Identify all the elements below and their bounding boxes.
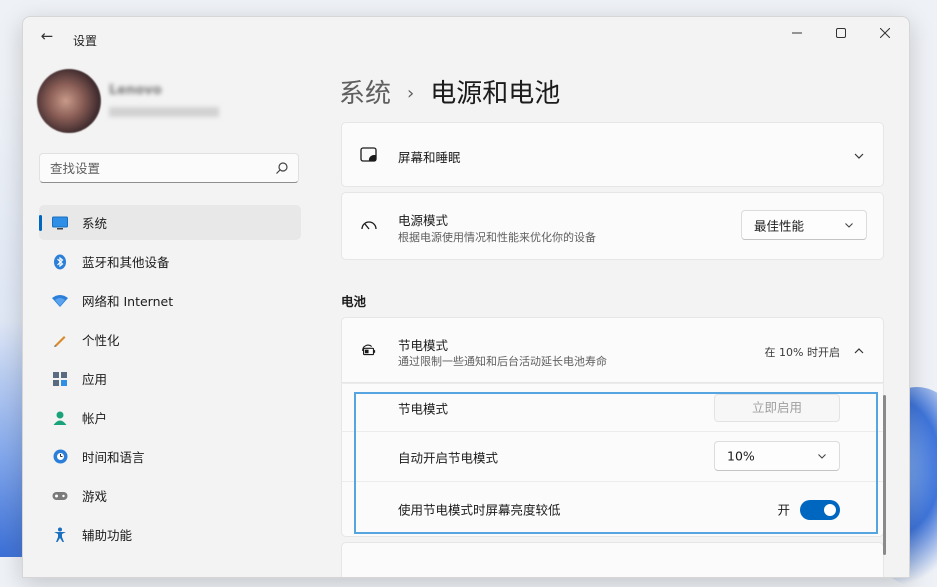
person-icon: [52, 410, 68, 426]
screen-sleep-card[interactable]: 屏幕和睡眠: [341, 122, 884, 187]
search-icon[interactable]: [275, 161, 289, 175]
breadcrumb-parent[interactable]: 系统: [339, 79, 391, 109]
settings-window: ← 设置 Lenovo 系统: [22, 16, 910, 578]
battery-section-heading: 电池: [341, 294, 367, 309]
power-mode-card: 电源模式 根据电源使用情况和性能来优化你的设备 最佳性能: [341, 192, 884, 260]
sidebar-item-label: 蓝牙和其他设备: [82, 255, 170, 270]
scrollbar[interactable]: [883, 395, 886, 555]
power-mode-dropdown[interactable]: 最佳性能: [741, 210, 867, 240]
card-subtitle: 通过限制一些通知和后台活动延长电池寿命: [398, 355, 607, 368]
title-bar: ← 设置: [23, 17, 909, 53]
row-label: 自动开启节电模式: [398, 450, 499, 465]
sidebar-item-system[interactable]: 系统: [39, 205, 301, 240]
sidebar-item-bluetooth[interactable]: 蓝牙和其他设备: [39, 244, 301, 279]
toggle-state-label: 开: [777, 502, 790, 518]
user-name: Lenovo: [109, 83, 162, 98]
row-label: 使用节电模式时屏幕亮度较低: [398, 502, 561, 518]
accessibility-icon: [52, 527, 68, 543]
card-subtitle: 根据电源使用情况和性能来优化你的设备: [398, 231, 596, 244]
sidebar-item-label: 个性化: [82, 333, 120, 348]
card-title: 屏幕和睡眠: [398, 150, 461, 165]
chevron-down-icon: [845, 223, 853, 228]
sidebar-item-time-language[interactable]: 时间和语言: [39, 439, 301, 474]
power-mode-value: 最佳性能: [754, 218, 805, 234]
sidebar-item-label: 帐户: [82, 411, 108, 426]
dim-brightness-row: 使用节电模式时屏幕亮度较低 开: [341, 481, 884, 537]
row-label: 节电模式: [398, 401, 449, 416]
sidebar-item-personalization[interactable]: 个性化: [39, 322, 301, 357]
globe-clock-icon: [52, 449, 68, 465]
gamepad-icon: [52, 488, 68, 504]
sidebar-item-label: 辅助功能: [82, 528, 133, 543]
pen-icon: [52, 332, 68, 348]
maximize-icon: [836, 28, 846, 38]
page-title: 电源和电池: [430, 79, 561, 109]
chevron-down-icon: [818, 454, 826, 459]
search-input[interactable]: [40, 154, 260, 182]
card-title: 节电模式: [398, 338, 449, 353]
battery-saver-icon: [362, 344, 376, 356]
turn-on-now-button[interactable]: 立即启用: [714, 394, 840, 422]
close-icon: [879, 27, 891, 39]
app-title: 设置: [73, 34, 98, 48]
sidebar-item-apps[interactable]: 应用: [39, 361, 301, 396]
battery-saver-now-row: 节电模式 立即启用: [341, 383, 884, 431]
sidebar-item-network[interactable]: 网络和 Internet: [39, 283, 301, 318]
chevron-down-icon[interactable]: [853, 150, 865, 162]
sidebar-item-label: 游戏: [82, 489, 108, 504]
sidebar-item-gaming[interactable]: 游戏: [39, 478, 301, 513]
sidebar-item-label: 应用: [82, 372, 108, 387]
screen-sleep-icon: [360, 147, 377, 162]
wifi-icon: [52, 293, 68, 309]
auto-threshold-dropdown[interactable]: 10%: [714, 441, 840, 471]
user-email: [109, 107, 219, 117]
chevron-up-icon[interactable]: [853, 345, 865, 357]
close-button[interactable]: [863, 23, 907, 47]
sidebar-item-accessibility[interactable]: 辅助功能: [39, 517, 301, 552]
card-title: 电源模式: [398, 213, 449, 228]
auto-threshold-value: 10%: [727, 448, 755, 464]
sidebar-item-accounts[interactable]: 帐户: [39, 400, 301, 435]
battery-saver-status: 在 10% 时开启: [764, 346, 840, 359]
sidebar-item-label: 系统: [82, 216, 108, 231]
minimize-icon: [792, 32, 802, 34]
sidebar-item-label: 网络和 Internet: [82, 294, 174, 309]
breadcrumb: 系统 › 电源和电池: [339, 73, 560, 110]
dim-brightness-toggle[interactable]: [800, 500, 840, 520]
monitor-icon: [52, 215, 68, 231]
battery-saver-card[interactable]: 节电模式 通过限制一些通知和后台活动延长电池寿命 在 10% 时开启: [341, 317, 884, 383]
back-button[interactable]: ←: [35, 27, 59, 45]
avatar[interactable]: [37, 69, 101, 133]
gauge-icon: [361, 221, 377, 230]
auto-battery-saver-row: 自动开启节电模式 10%: [341, 431, 884, 481]
sidebar-nav: 系统 蓝牙和其他设备 网络和 Internet 个性化 应用 帐户 时间和语言 …: [39, 205, 301, 556]
sidebar-item-label: 时间和语言: [82, 450, 145, 465]
next-card[interactable]: [341, 542, 884, 577]
maximize-button[interactable]: [819, 23, 863, 47]
breadcrumb-separator: ›: [407, 83, 415, 104]
bluetooth-icon: [52, 254, 68, 270]
search-box[interactable]: [39, 153, 299, 183]
apps-icon: [52, 371, 68, 387]
minimize-button[interactable]: [775, 23, 819, 47]
arrow-left-icon: ←: [40, 27, 54, 45]
